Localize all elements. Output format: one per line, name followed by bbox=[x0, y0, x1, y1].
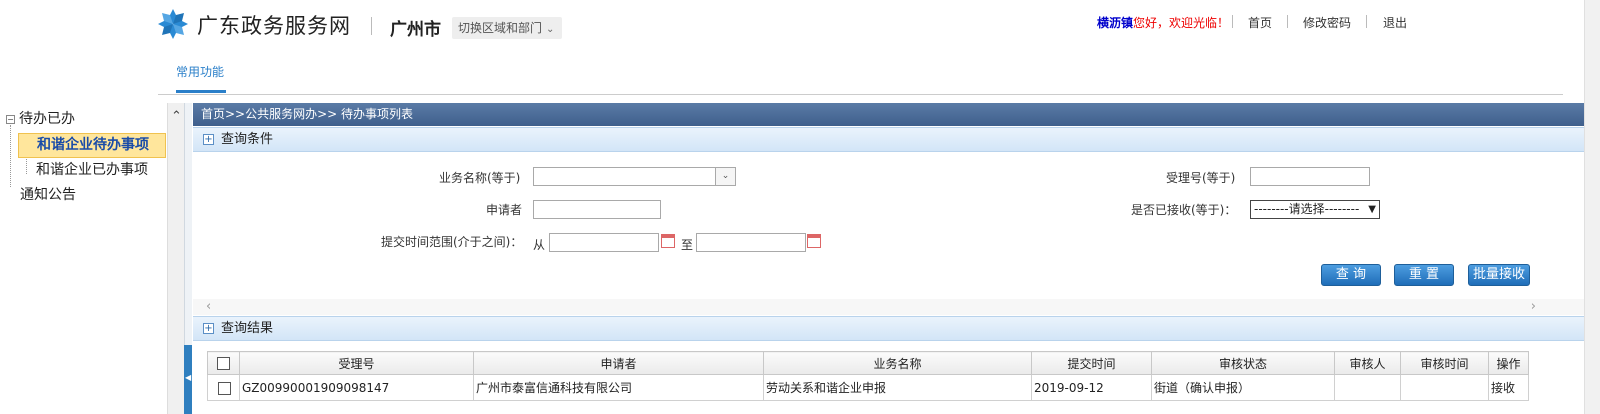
select-all-cell bbox=[207, 351, 240, 375]
table-header-row: 受理号 申请者 业务名称 提交时间 审核状态 审核人 审核时间 操作 bbox=[207, 351, 1529, 375]
query-section-header[interactable]: + 查询条件 bbox=[193, 127, 1584, 152]
column-header[interactable]: 业务名称 bbox=[763, 351, 1032, 375]
result-table: 受理号 申请者 业务名称 提交时间 审核状态 审核人 审核时间 操作 GZ009… bbox=[207, 351, 1529, 401]
sidebar-tree: − 待办已办 和谐企业待办事项 和谐企业已办事项 通知公告 bbox=[0, 103, 167, 414]
row-checkbox[interactable] bbox=[218, 381, 231, 395]
column-header[interactable]: 提交时间 bbox=[1031, 351, 1152, 375]
arrow-right-icon[interactable]: › bbox=[1531, 299, 1536, 314]
review-time-cell bbox=[1400, 374, 1489, 401]
tree-guide-line bbox=[10, 125, 11, 187]
review-status-cell: 街道（确认申报） bbox=[1151, 374, 1335, 401]
to-label: 至 bbox=[681, 238, 694, 252]
arrow-up-icon[interactable]: ⌃ bbox=[171, 109, 182, 124]
applicant-cell: 广州市泰富信通科技有限公司 bbox=[473, 374, 764, 401]
chevron-down-icon: ▼ bbox=[1368, 204, 1376, 215]
home-link[interactable]: 首页 bbox=[1248, 14, 1272, 31]
page-header: 广东政务服务网 广州市 切换区域和部门 ⌄ 横沥镇您好，欢迎光临！ 首页 修改密码… bbox=[0, 0, 1600, 100]
received-label: 是否已接收(等于)： bbox=[1131, 203, 1237, 217]
column-header[interactable]: 操作 bbox=[1488, 351, 1529, 375]
column-header[interactable]: 审核人 bbox=[1334, 351, 1401, 375]
chevron-down-icon: ⌄ bbox=[546, 24, 555, 35]
calendar-icon[interactable] bbox=[807, 234, 821, 248]
table-row[interactable]: GZ00990001909098147 广州市泰富信通科技有限公司 劳动关系和谐… bbox=[207, 374, 1529, 401]
switch-region-label: 切换区域和部门 bbox=[458, 21, 543, 35]
business-name-label: 业务名称(等于) bbox=[439, 171, 521, 185]
header-divider bbox=[371, 17, 372, 35]
main-content: 首页>>公共服务网办>> 待办事项列表 + 查询条件 业务名称(等于) ⌄ 受理… bbox=[193, 103, 1584, 414]
sidebar-scrollbar[interactable]: ⌃ bbox=[167, 103, 184, 414]
welcome-message: 您好，欢迎光临！ bbox=[1133, 16, 1230, 30]
chevron-down-icon[interactable]: ⌄ bbox=[716, 167, 736, 186]
applicant-input[interactable] bbox=[533, 200, 661, 219]
query-section-title: 查询条件 bbox=[221, 132, 274, 147]
breadcrumb: 首页>>公共服务网办>> 待办事项列表 bbox=[193, 103, 1584, 126]
accept-no-input[interactable] bbox=[1250, 167, 1370, 186]
received-select[interactable]: --------请选择-------- ▼ bbox=[1250, 200, 1380, 219]
column-header[interactable]: 审核时间 bbox=[1400, 351, 1489, 375]
business-name-input[interactable] bbox=[533, 167, 716, 186]
column-header[interactable]: 申请者 bbox=[473, 351, 764, 375]
from-label: 从 bbox=[533, 238, 546, 252]
receive-action-link[interactable]: 接收 bbox=[1488, 374, 1529, 401]
submit-time-label: 提交时间范围(介于之间)： bbox=[381, 235, 523, 249]
tree-node-pending-done[interactable]: − 待办已办 bbox=[6, 108, 75, 128]
column-header[interactable]: 审核状态 bbox=[1151, 351, 1335, 375]
welcome-text: 横沥镇您好，欢迎光临！ bbox=[1097, 14, 1229, 31]
result-section-header[interactable]: + 查询结果 bbox=[193, 316, 1584, 341]
query-button[interactable]: 查 询 bbox=[1321, 264, 1381, 286]
business-name-cell: 劳动关系和谐企业申报 bbox=[763, 374, 1032, 401]
tree-item-notice[interactable]: 通知公告 bbox=[20, 184, 76, 204]
received-select-value: --------请选择-------- bbox=[1254, 202, 1360, 216]
end-date-input[interactable] bbox=[696, 233, 806, 252]
link-divider bbox=[1366, 15, 1367, 28]
batch-receive-button[interactable]: 批量接收 bbox=[1468, 264, 1530, 286]
reset-button[interactable]: 重 置 bbox=[1394, 264, 1454, 286]
collapse-icon[interactable]: − bbox=[6, 114, 15, 124]
page-scrollbar[interactable] bbox=[1584, 0, 1600, 414]
reviewer-cell bbox=[1334, 374, 1401, 401]
tree-item-harmony-done[interactable]: 和谐企业已办事项 bbox=[36, 159, 148, 179]
start-date-input[interactable] bbox=[549, 233, 659, 252]
link-divider bbox=[1287, 15, 1288, 28]
switch-region-button[interactable]: 切换区域和部门 ⌄ bbox=[452, 17, 562, 39]
tree-node-label: 待办已办 bbox=[19, 111, 75, 127]
submit-time-cell: 2019-09-12 bbox=[1031, 374, 1152, 401]
arrow-left-icon[interactable]: ‹ bbox=[206, 299, 211, 314]
snowflake-logo-icon bbox=[158, 9, 188, 39]
welcome-user: 横沥镇 bbox=[1097, 16, 1134, 30]
active-tab-indicator bbox=[176, 90, 226, 93]
horizontal-scrollbar[interactable]: ‹ › bbox=[193, 299, 1584, 315]
logout-link[interactable]: 退出 bbox=[1383, 14, 1407, 31]
site-name: 广东政务服务网 bbox=[197, 14, 351, 38]
calendar-icon[interactable] bbox=[661, 234, 675, 248]
select-all-checkbox[interactable] bbox=[217, 357, 230, 370]
accept-no-cell: GZ00990001909098147 bbox=[239, 374, 474, 401]
city-name: 广州市 bbox=[390, 20, 441, 40]
row-select-cell bbox=[207, 374, 240, 401]
applicant-label: 申请者 bbox=[486, 203, 523, 217]
change-password-link[interactable]: 修改密码 bbox=[1303, 14, 1351, 31]
tab-common-functions[interactable]: 常用功能 bbox=[176, 63, 224, 80]
tree-item-harmony-pending[interactable]: 和谐企业待办事项 bbox=[18, 133, 166, 158]
expand-icon[interactable]: + bbox=[203, 323, 214, 334]
expand-icon[interactable]: + bbox=[203, 134, 214, 145]
arrow-left-icon: ◀ bbox=[185, 373, 192, 382]
link-divider bbox=[1232, 15, 1233, 28]
nav-divider bbox=[158, 94, 1563, 95]
collapse-sidebar-button[interactable]: ◀ bbox=[184, 345, 192, 414]
result-section-title: 查询结果 bbox=[221, 321, 274, 336]
column-header[interactable]: 受理号 bbox=[239, 351, 474, 375]
accept-no-label: 受理号(等于) bbox=[1166, 171, 1236, 185]
